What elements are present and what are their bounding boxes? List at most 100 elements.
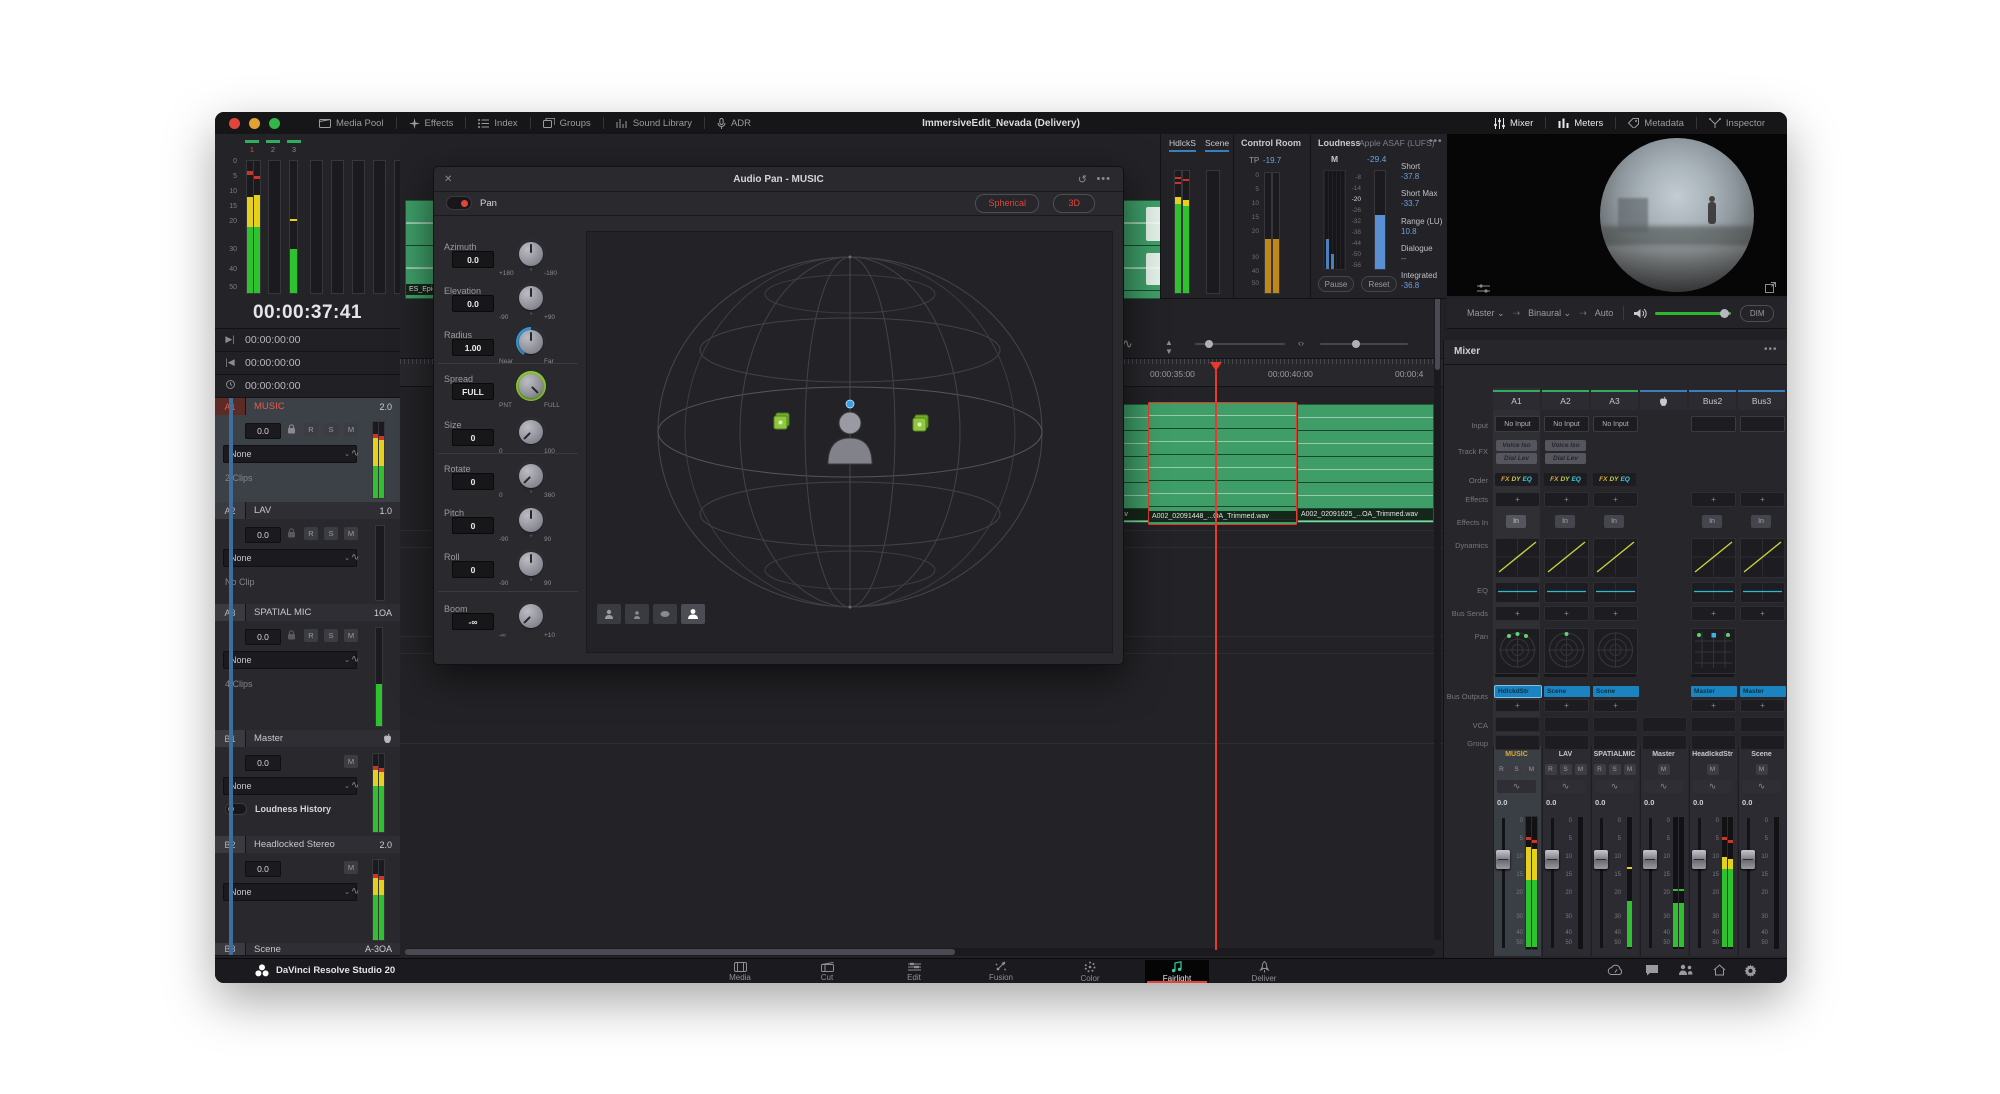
vca-cell[interactable] [1691,717,1736,732]
track-fx-chip[interactable]: Voice Iso [1545,440,1586,451]
loudness-menu-icon[interactable]: ••• [1429,136,1443,147]
strip-gain-value[interactable]: 0.0 [1546,798,1556,807]
vca-cell[interactable] [1544,717,1589,732]
record-arm-button[interactable]: R [1496,764,1508,775]
rotate-value[interactable]: 0 [452,473,494,490]
add-bus-send-button[interactable]: + [1593,606,1638,621]
eq-graph[interactable] [1691,582,1736,603]
eq-graph[interactable] [1495,582,1540,603]
strip-gain-value[interactable]: 0.0 [1644,798,1654,807]
monitor-volume-slider[interactable] [1655,312,1731,315]
page-deliver[interactable]: Deliver [1232,960,1296,983]
pitch-value[interactable]: 0 [452,517,494,534]
add-bus-output-button[interactable]: + [1495,699,1540,712]
add-bus-send-button[interactable]: + [1691,606,1736,621]
lock-icon[interactable] [287,424,296,434]
group-cell[interactable] [1495,735,1540,750]
mixer-column-bus2[interactable]: Bus2 + In + Master + HeadlckdStr M ∿ [1689,340,1736,960]
io-dropdown[interactable]: None⌄ [223,651,357,669]
track-body-a2[interactable]: 0.0 R S M None⌄ ∿ No Clip [215,519,400,605]
horizontal-zoom-icon[interactable]: ‹› [1298,338,1304,348]
size-knob[interactable] [516,417,546,447]
page-cut[interactable]: Cut [795,960,859,983]
automation-button[interactable]: ∿ [1497,780,1536,793]
size-value[interactable]: 0 [452,429,494,446]
tab-scene-meter[interactable]: Scene [1205,138,1229,148]
track-header-a1[interactable]: A1 MUSIC 2.0 [215,398,400,416]
strip-gain-value[interactable]: 0.0 [1595,798,1605,807]
track-body-a3[interactable]: 0.0 R S M None⌄ ∿ 4 Clips [215,621,400,731]
pan-3d-viewport[interactable] [586,231,1113,653]
audio-clip-foa-4[interactable]: A002_02091625_...OA_Trimmed.wav [1297,404,1434,523]
column-header[interactable]: A3 [1591,390,1638,410]
reset-icon[interactable]: ↺ [1078,173,1087,186]
record-arm-button[interactable]: R [1545,764,1557,775]
column-header[interactable]: A2 [1542,390,1589,410]
mixer-column-a3[interactable]: A3 No Input FXDYEQ + In + Scene + SPATIA… [1591,340,1638,960]
order-cell[interactable]: FXDYEQ [1544,473,1587,486]
strip-label[interactable]: SPATIALMIC [1591,751,1638,758]
meters-toggle-button[interactable]: Meters [1546,112,1615,134]
order-cell[interactable]: FXDYEQ [1495,473,1538,486]
automation-button[interactable]: ∿ [1546,780,1585,793]
add-bus-output-button[interactable]: + [1544,699,1589,712]
elevation-knob[interactable] [516,283,546,313]
page-fusion[interactable]: Fusion [969,960,1033,983]
view-perspective-button[interactable] [681,604,705,624]
add-bus-send-button[interactable]: + [1740,606,1785,621]
effects-in-button[interactable]: In [1555,515,1575,528]
radius-value[interactable]: 1.00 [452,339,494,356]
group-cell[interactable] [1691,735,1736,750]
eq-graph[interactable] [1593,582,1638,603]
bus-output-chip[interactable]: Scene [1544,686,1590,697]
timecode-row-in[interactable]: ▶|00:00:00:00 [215,328,400,352]
3d-mode-button[interactable]: 3D [1053,194,1095,213]
bus-output-chip[interactable]: Scene [1593,686,1639,697]
dynamics-graph[interactable] [1495,538,1540,578]
roll-value[interactable]: 0 [452,561,494,578]
track-body-a1[interactable]: 0.0 R S M None⌄ ∿ 2 Clips [215,415,400,503]
track-header-b3[interactable]: B3 Scene A-3OA [215,943,400,956]
rotate-knob[interactable] [516,461,546,491]
automation-icon[interactable]: ∿ [351,552,359,563]
strip-gain-value[interactable]: 0.0 [1497,798,1507,807]
groups-button[interactable]: Groups [531,112,603,134]
fader-track[interactable] [1502,818,1505,948]
spherical-mode-button[interactable]: Spherical [975,194,1039,213]
pan-display[interactable] [1593,628,1638,674]
loudness-pause-button[interactable]: Pause [1318,276,1354,292]
group-cell[interactable] [1544,735,1589,750]
cloud-sync-icon[interactable] [1607,964,1623,976]
view-top-button[interactable] [653,604,677,624]
record-arm-button[interactable]: R [304,423,318,436]
sound-library-button[interactable]: Sound Library [604,112,704,134]
fader-track[interactable] [1551,818,1554,948]
automation-icon[interactable]: ∿ [351,780,359,791]
group-cell[interactable] [1593,735,1638,750]
automation-button[interactable]: ∿ [1742,780,1781,793]
automation-button[interactable]: ∿ [1644,780,1683,793]
index-button[interactable]: Index [466,112,529,134]
mixer-column-bus3[interactable]: Bus3 + In + Master + Scene M ∿ 0.0 [1738,340,1785,960]
page-media[interactable]: Media [708,960,772,983]
track-body-b2[interactable]: 0.0 M None⌄ ∿ [215,853,400,944]
group-cell[interactable] [1642,735,1687,750]
mute-button[interactable]: M [344,861,358,874]
bus-output-chip[interactable]: Master [1691,686,1737,697]
record-arm-button[interactable]: R [304,629,318,642]
record-arm-button[interactable]: R [304,527,318,540]
track-gain[interactable]: 0.0 [245,423,281,439]
fader-track[interactable] [1649,818,1652,948]
close-window-button[interactable] [229,118,240,129]
add-bus-send-button[interactable]: + [1544,606,1589,621]
track-gain[interactable]: 0.0 [245,755,281,771]
vca-cell[interactable] [1642,717,1687,732]
adr-button[interactable]: ADR [705,112,763,134]
monitor-source-select[interactable]: Master ⌄ [1467,308,1505,319]
mixer-toggle-button[interactable]: Mixer [1482,112,1545,134]
add-bus-send-button[interactable]: + [1495,606,1540,621]
column-header[interactable] [1640,390,1687,410]
options-menu-icon[interactable]: ••• [1096,173,1111,185]
roll-knob[interactable] [516,549,546,579]
input-select[interactable]: No Input [1544,416,1589,432]
